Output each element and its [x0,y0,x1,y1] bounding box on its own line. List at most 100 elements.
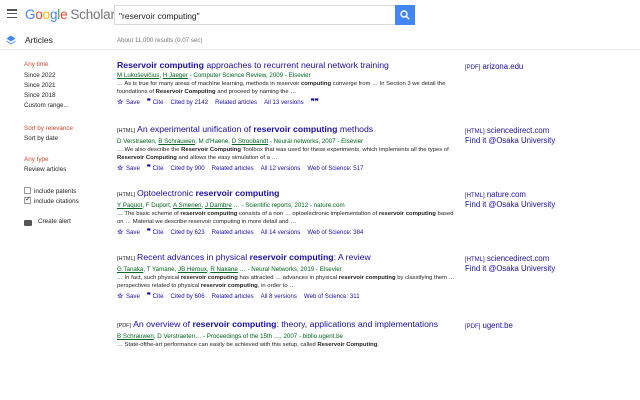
cited-by-link[interactable]: Cited by 606 [170,293,204,300]
author-link[interactable]: J Dambre [205,202,232,209]
quote-icon: ❞ [146,97,151,106]
web-of-science-link[interactable]: Web of Science: 517 [307,165,363,172]
fulltext-format-tag: [PDF] [465,65,481,71]
cited-by-link[interactable]: Cited by 623 [170,229,204,236]
filter-review-articles[interactable]: Review articles [24,166,66,173]
save-button[interactable]: ☆ Save [117,293,140,300]
save-button[interactable]: ☆ Save [117,165,140,172]
author-link[interactable]: JB Héroux [178,266,207,273]
author-link[interactable]: A Smerieri [173,202,202,209]
author-link[interactable]: Y Paquot [117,202,142,209]
result-snippet: … The basic scheme of reservoir computin… [117,211,454,225]
cite-button[interactable]: ❞ Cite [147,291,164,300]
related-articles-link[interactable]: Related articles [212,165,254,172]
include-citations-checkbox[interactable]: include citations [24,195,79,205]
checkbox-box [24,187,31,194]
author-text: … - Neural Networks, 2019 - Elsevier [237,266,342,273]
filter-since-2022[interactable]: Since 2022 [24,72,56,79]
result-item: [HTML] Recent advances in physical reserv… [117,252,457,302]
create-alert-link[interactable]: Create alert [38,218,71,225]
quote-icon: ❞ [146,227,151,236]
related-articles-link[interactable]: Related articles [212,229,254,236]
find-it-link[interactable]: Find it @Osaka University [465,136,555,146]
author-text: - Neural networks, 2007 - Elsevier [268,138,364,145]
result-title[interactable]: [HTML] Optoelectronic reservoir computing [117,188,457,201]
format-tag: [HTML] [117,128,136,134]
result-title[interactable]: Reservoir computing approaches to recurr… [117,60,457,71]
result-authors: G Tanaka, T Yamane, JB Héroux, R Nakane … [117,265,457,274]
quote-icon: ❞ [146,163,151,172]
author-link[interactable]: M Lukoševičius [117,72,159,79]
envelope-icon [24,220,32,226]
save-button[interactable]: ☆ Save [117,99,140,106]
quote-icon[interactable]: ❞❞ [311,97,319,106]
google-scholar-logo[interactable]: Google Scholar [25,7,115,22]
all-versions-link[interactable]: All 8 versions [261,293,297,300]
cited-by-link[interactable]: Cited by 900 [170,165,204,172]
cite-button[interactable]: ❞ Cite [146,97,164,106]
fulltext-format-tag: [PDF] [465,324,481,330]
web-of-science-link[interactable]: Web of Science: 384 [307,229,363,236]
find-it-link[interactable]: Find it @Osaka University [465,200,555,210]
author-text: , D Verstraeten… - Proceedings of the 15… [153,333,343,340]
snippet-highlight: Reservoir Computing [117,155,177,161]
author-link[interactable]: G Tanaka [117,266,143,273]
author-text: , T Yamane, [143,266,178,273]
find-it-link[interactable]: Find it @Osaka University [465,264,555,274]
search-input[interactable] [115,7,395,25]
fulltext-format-tag: [HTML] [465,257,485,263]
result-snippet: … We also describe the Reservoir Computi… [117,147,449,161]
title-highlight: reservoir computing [253,124,338,134]
result-snippet: … As is true for many areas of machine l… [117,81,446,95]
author-link[interactable]: B Schrauwen [117,333,154,340]
save-button[interactable]: ☆ Save [117,229,140,236]
snippet-highlight: reservoir computing [200,283,258,289]
snippet-highlight: Reservoir Computing [181,147,241,153]
filter-custom-range[interactable]: Custom range... [24,102,69,109]
author-text: , M d'Haene, [195,138,232,145]
star-icon: ☆ [117,293,124,300]
result-authors: M Lukoševičius, H Jaeger - Computer Scie… [117,71,457,80]
include-patents-checkbox[interactable]: include patents [24,187,76,195]
star-icon: ☆ [117,99,124,106]
result-title[interactable]: [PDF] An overview of reservoir computing:… [117,319,457,332]
search-box [114,5,395,25]
filter-any-time[interactable]: Any time [24,61,49,68]
author-link[interactable]: D Stroobandt [232,138,268,145]
result-actions: ☆ Save ❞ Cite Cited by 623 Related articles… [117,226,457,238]
web-of-science-link[interactable]: Web of Science: 311 [304,293,360,300]
all-versions-link[interactable]: All 14 versions [261,229,301,236]
fulltext-link[interactable]: [PDF] arizona.edu [465,62,523,73]
author-link[interactable]: R Nakane [210,266,238,273]
search-icon [400,10,410,20]
snippet-highlight: reservoir computing [338,275,396,281]
fulltext-link[interactable]: [PDF] ugent.be [465,321,513,332]
format-tag: [HTML] [117,192,136,198]
author-link[interactable]: B Schrauwen [158,138,195,145]
search-button[interactable] [395,5,415,25]
author-link[interactable]: H Jaeger [163,72,188,79]
checkbox-box-checked [24,195,31,204]
title-highlight: reservoir computing [249,252,334,262]
hamburger-menu-icon[interactable] [7,9,17,19]
filter-any-type[interactable]: Any type [24,156,49,163]
title-highlight: reservoir computing [195,188,280,198]
result-title[interactable]: [HTML] An experimental unification of res… [117,124,457,137]
snippet-highlight: reservoir computing [180,211,238,217]
related-articles-link[interactable]: Related articles [212,293,254,300]
result-title[interactable]: [HTML] Recent advances in physical reserv… [117,252,457,265]
format-tag: [HTML] [117,256,136,262]
sort-by-date[interactable]: Sort by date [24,135,58,142]
cited-by-link[interactable]: Cited by 2142 [170,99,208,106]
sort-by-relevance[interactable]: Sort by relevance [24,125,73,132]
cite-button[interactable]: ❞ Cite [146,163,164,172]
all-versions-link[interactable]: All 12 versions [261,165,301,172]
cite-button[interactable]: ❞ Cite [146,227,164,236]
filter-since-2018[interactable]: Since 2018 [24,92,56,99]
all-versions-link[interactable]: All 13 versions [264,99,304,106]
results-count: About 11,000 results (0.07 sec) [117,37,203,44]
filter-since-2021[interactable]: Since 2021 [24,82,56,89]
result-snippet: … State-ofthe-art performance can easily… [117,342,379,348]
header: Google Scholar [0,0,640,30]
related-articles-link[interactable]: Related articles [215,99,257,106]
